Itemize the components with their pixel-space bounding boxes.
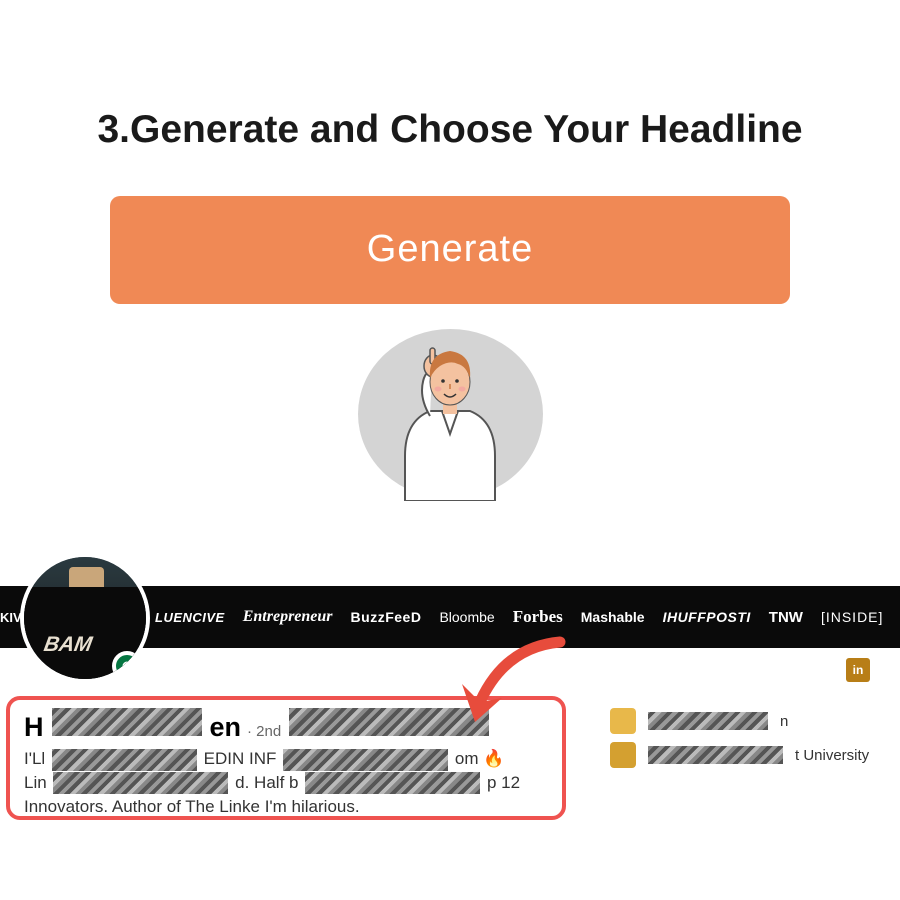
- linkedin-label: in: [853, 663, 864, 677]
- media-logo: Forbes: [513, 607, 563, 627]
- online-status-icon: [112, 651, 142, 681]
- company-icon: [610, 708, 636, 734]
- media-logo: Mashable: [581, 609, 645, 625]
- redacted-block: [305, 772, 480, 794]
- headline-fragment: EDIN INF: [204, 749, 277, 768]
- media-logo: BuzzFeeD: [351, 609, 422, 625]
- redacted-block: [648, 746, 783, 764]
- profile-side-info: n t University: [610, 708, 880, 776]
- step-title: 3.Generate and Choose Your Headline: [97, 105, 802, 156]
- university-suffix: t University: [795, 747, 869, 764]
- headline-fragment: Innovators. Author of The Linke: [24, 797, 260, 816]
- linkedin-profile-preview: KIVO LUENCIVE Entrepreneur BuzzFeeD Bloo…: [0, 586, 900, 648]
- headline-fragment: I'm hilarious.: [265, 797, 360, 816]
- name-prefix: H: [24, 712, 44, 743]
- university-icon: [610, 742, 636, 768]
- profile-picture[interactable]: BAM: [20, 553, 150, 683]
- headline-fragment: I'Ll: [24, 749, 45, 768]
- redacted-block: [52, 708, 202, 736]
- redacted-block: [53, 772, 228, 794]
- university-row[interactable]: t University: [610, 742, 880, 768]
- redacted-block: [52, 749, 197, 771]
- generate-button-label: Generate: [367, 228, 533, 271]
- media-logo: TNW: [769, 609, 803, 626]
- shirt-text: BAM: [42, 633, 94, 657]
- arrow-annotation-icon: [430, 632, 590, 762]
- connection-degree: · 2nd: [247, 723, 281, 740]
- headline-fragment: Lin: [24, 773, 47, 792]
- company-row[interactable]: n: [610, 708, 880, 734]
- redacted-block: [283, 749, 448, 771]
- media-logo: IHUFFPOSTI: [663, 609, 751, 625]
- illustration-avatar: [350, 324, 550, 504]
- name-suffix: en: [210, 712, 242, 743]
- generate-button[interactable]: Generate: [110, 196, 790, 304]
- headline-fragment: p 12: [487, 773, 520, 792]
- headline-fragment: d. Half b: [235, 773, 298, 792]
- media-logo: Bloombe: [439, 609, 494, 625]
- person-illustration-icon: [370, 326, 530, 501]
- media-logo: Entrepreneur: [243, 608, 333, 626]
- company-suffix: n: [780, 713, 788, 730]
- redacted-block: [648, 712, 768, 730]
- linkedin-icon[interactable]: in: [846, 658, 870, 682]
- media-logo: [INSIDE]: [821, 609, 883, 625]
- media-logo: LUENCIVE: [155, 610, 225, 625]
